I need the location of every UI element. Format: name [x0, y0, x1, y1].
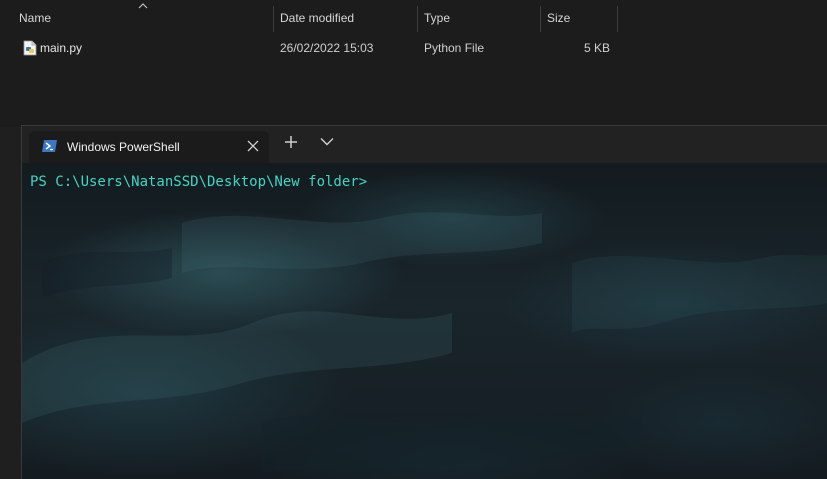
tab-windows-powershell[interactable]: Windows PowerShell	[29, 131, 269, 163]
file-name[interactable]: main.py	[40, 38, 82, 58]
column-divider[interactable]	[617, 6, 618, 32]
file-row[interactable]: main.py 26/02/2022 15:03 Python File 5 K…	[0, 38, 620, 60]
file-explorer-pane: Name Date modified Type Size main.py 26/…	[0, 0, 827, 127]
column-header-row: Name Date modified Type Size	[0, 0, 827, 34]
tab-title: Windows PowerShell	[67, 140, 180, 154]
close-icon[interactable]	[247, 140, 259, 152]
python-file-icon	[23, 40, 37, 56]
terminal-tab-bar: Windows PowerShell	[22, 126, 827, 163]
file-type: Python File	[424, 41, 485, 55]
powershell-prompt: PS C:\Users\NatanSSD\Desktop\New folder>	[30, 174, 368, 190]
file-date-modified: 26/02/2022 15:03	[280, 41, 374, 55]
file-size: 5 KB	[583, 41, 610, 55]
column-header-size[interactable]: Size	[541, 0, 618, 34]
powershell-icon	[42, 140, 57, 152]
chevron-down-icon[interactable]	[320, 137, 334, 146]
background-artwork	[22, 212, 827, 473]
column-header-date-modified[interactable]: Date modified	[274, 0, 417, 34]
terminal-console[interactable]: PS C:\Users\NatanSSD\Desktop\New folder>	[22, 163, 827, 479]
new-tab-plus-icon[interactable]	[284, 135, 298, 149]
column-header-type[interactable]: Type	[418, 0, 540, 34]
terminal-window: Windows PowerShell PS C:\Users\NatanSSD\…	[21, 125, 827, 479]
column-header-name[interactable]: Name	[13, 0, 273, 34]
